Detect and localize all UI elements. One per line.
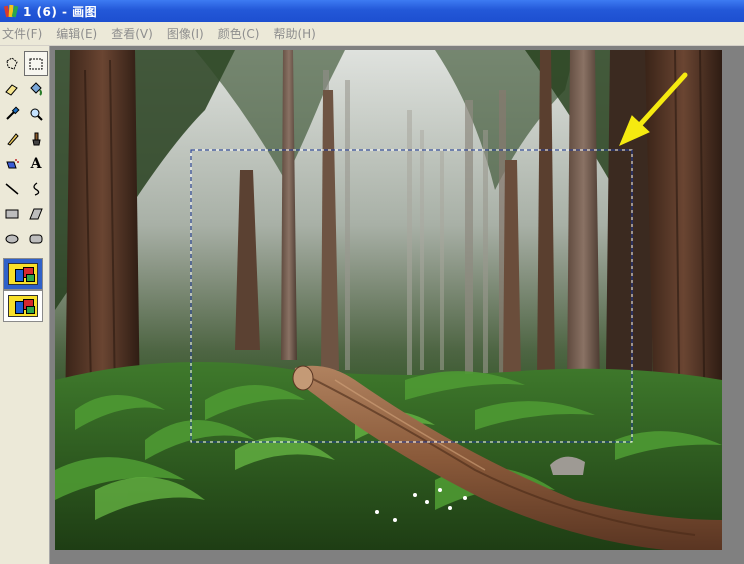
menu-edit[interactable]: 编辑(E) [54,25,103,42]
brush-tool[interactable] [24,126,48,151]
menu-help[interactable]: 帮助(H) [271,25,321,42]
redwood-forest-photo [55,50,722,550]
color-picker-tool[interactable] [0,101,24,126]
menu-bar: 文件(F) 编辑(E) 查看(V) 图像(I) 颜色(C) 帮助(H) [0,22,744,46]
transparent-selection-icon [8,295,38,317]
airbrush-icon [6,158,19,168]
workspace [51,46,744,564]
polygon-tool[interactable] [24,201,48,226]
drawing-canvas[interactable] [55,50,722,550]
pencil-tool[interactable] [0,126,24,151]
title-bar[interactable]: 1 (6) - 画图 [0,0,744,22]
color-picker-icon [6,105,20,120]
menu-colors[interactable]: 颜色(C) [216,25,266,42]
fill-bucket-tool[interactable] [24,76,48,101]
rect-select-icon [29,58,43,69]
rect-select-tool[interactable] [24,51,48,76]
rounded-rect-icon [29,234,43,243]
rectangle-tool[interactable] [0,201,24,226]
free-select-tool[interactable] [0,51,24,76]
menu-image[interactable]: 图像(I) [165,25,210,42]
fill-bucket-icon [30,81,42,96]
opaque-selection-icon [8,263,38,285]
window-title: 1 (6) - 画图 [23,4,98,19]
rectangle-icon [5,209,19,218]
curve-tool[interactable] [24,176,48,201]
menu-view[interactable]: 查看(V) [109,25,159,42]
ellipse-icon [5,234,19,243]
curve-icon [33,181,40,196]
ellipse-tool[interactable] [0,226,24,251]
transparent-selection-option[interactable] [3,290,43,322]
brush-icon [32,132,41,145]
text-icon: A [30,155,42,172]
line-icon [5,182,19,195]
text-tool[interactable]: A [24,151,48,176]
rounded-rect-tool[interactable] [24,226,48,251]
free-select-icon [6,56,18,70]
menu-file[interactable]: 文件(F) [0,25,48,42]
polygon-icon [29,208,43,219]
airbrush-tool[interactable] [0,151,24,176]
magnifier-tool[interactable] [24,101,48,126]
toolbox: A [0,46,50,564]
line-tool[interactable] [0,176,24,201]
eraser-tool[interactable] [0,76,24,101]
eraser-icon [5,83,18,96]
opaque-selection-option[interactable] [3,258,43,290]
magnifier-icon [30,108,43,121]
paint-app-icon [3,4,19,18]
pencil-icon [7,132,19,146]
